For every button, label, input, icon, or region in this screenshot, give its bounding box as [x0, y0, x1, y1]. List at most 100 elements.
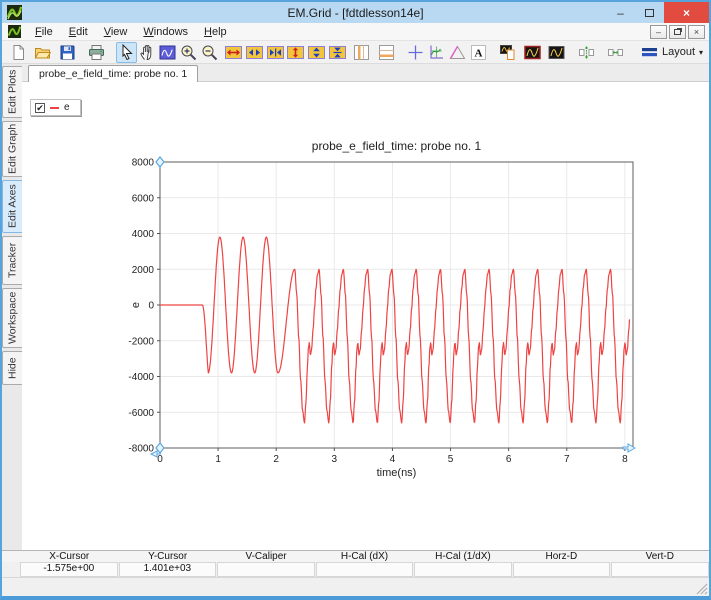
text-annotation-button[interactable]: A: [468, 42, 489, 63]
fit-height-button[interactable]: [286, 42, 307, 63]
window-close-button[interactable]: ×: [664, 2, 709, 23]
horizontal-spacing-button[interactable]: [605, 42, 626, 63]
plot-window-active-button[interactable]: [522, 42, 543, 63]
layout-button[interactable]: Layout ▾: [635, 42, 709, 63]
chart-title: probe_e_field_time: probe no. 1: [312, 139, 482, 153]
mdi-minimize-button[interactable]: –: [650, 25, 667, 39]
save-button[interactable]: [57, 42, 78, 63]
waveform-series-e: [160, 237, 630, 423]
expand-x-button[interactable]: [244, 42, 265, 63]
expand-y-icon: [308, 44, 325, 61]
mdi-restore-button[interactable]: [669, 25, 686, 39]
zoom-in-button[interactable]: [178, 42, 199, 63]
readout-value-y-cursor: 1.401e+03: [119, 562, 217, 577]
menu-help[interactable]: Help: [196, 25, 235, 39]
x-tick-label: 7: [564, 454, 570, 465]
print-button[interactable]: [86, 42, 107, 63]
x-tick-label: 5: [448, 454, 454, 465]
y-axis-label: e: [130, 302, 142, 308]
side-tab-strip: Edit Plots Edit Graph Edit Axes Tracker …: [2, 64, 22, 550]
menu-windows[interactable]: Windows: [135, 25, 196, 39]
plot-window-active-icon: [524, 44, 541, 61]
readout-value-hcal-1dx: [414, 562, 512, 577]
compress-x-icon: [267, 44, 284, 61]
delta-caliper-icon: [449, 44, 466, 61]
chart-canvas[interactable]: 012345678-8000-6000-4000-200002000400060…: [22, 82, 709, 552]
zoom-region-button[interactable]: [158, 42, 179, 63]
maximize-icon: [645, 9, 654, 17]
zoom-out-button[interactable]: [199, 42, 220, 63]
readout-value-hcal-dx: [316, 562, 414, 577]
new-document-icon: [10, 44, 27, 61]
layout-label: Layout: [662, 46, 695, 58]
sidebar-tab-edit-graph[interactable]: Edit Graph: [2, 121, 22, 177]
sidebar-tab-edit-axes[interactable]: Edit Axes: [2, 180, 22, 233]
vertical-spacing-button[interactable]: [576, 42, 597, 63]
window-minimize-button[interactable]: –: [606, 2, 635, 23]
resize-grip[interactable]: [696, 583, 708, 595]
x-axis-label: time(ns): [377, 467, 417, 479]
fit-height-icon: [287, 44, 304, 61]
zoom-region-icon: [159, 44, 176, 61]
x-tick-label: 2: [273, 454, 279, 465]
save-icon: [59, 44, 76, 61]
expand-y-button[interactable]: [306, 42, 327, 63]
legend: ✔ e: [30, 99, 81, 116]
zoom-out-icon: [201, 44, 218, 61]
fit-width-button[interactable]: [223, 42, 244, 63]
compress-x-button[interactable]: [265, 42, 286, 63]
compress-y-button[interactable]: [327, 42, 348, 63]
sidebar-tab-edit-plots[interactable]: Edit Plots: [2, 66, 22, 118]
legend-label: e: [64, 102, 70, 113]
delta-caliper-button[interactable]: [447, 42, 468, 63]
document-logo-icon: [8, 25, 21, 38]
pan-hand-icon: [139, 44, 156, 61]
menubar: File Edit View Windows Help – ×: [2, 23, 709, 41]
y-tick-label: 6000: [132, 193, 155, 204]
document-tab[interactable]: probe_e_field_time: probe no. 1: [28, 65, 198, 82]
sidebar-tab-workspace[interactable]: Workspace: [2, 288, 22, 348]
sidebar-tab-tracker[interactable]: Tracker: [2, 236, 22, 285]
select-arrow-button[interactable]: [116, 42, 137, 63]
vertical-caliper-icon: [353, 44, 370, 61]
x-tick-label: 8: [622, 454, 628, 465]
legend-checkbox[interactable]: ✔: [35, 103, 45, 113]
print-icon: [88, 44, 105, 61]
y-tick-label: 8000: [132, 158, 155, 169]
plot-document-area: probe_e_field_time: probe no. 1 ✔ e 0123…: [22, 64, 709, 550]
copy-plot-button[interactable]: [497, 42, 518, 63]
new-document-button[interactable]: [8, 42, 29, 63]
menu-file[interactable]: File: [27, 25, 61, 39]
plot-window-button[interactable]: [546, 42, 567, 63]
vertical-caliper-button[interactable]: [351, 42, 372, 63]
window-maximize-button[interactable]: [635, 2, 664, 23]
plot-window-icon: [548, 44, 565, 61]
y-tick-label: -6000: [128, 408, 154, 419]
menu-view[interactable]: View: [96, 25, 136, 39]
toolbar: A Layout ▾: [2, 41, 709, 64]
tracker-axes-icon: [428, 44, 445, 61]
chart-area: ✔ e 012345678-8000-6000-4000-20000200040…: [22, 82, 709, 550]
open-file-button[interactable]: [32, 42, 53, 63]
tracker-axes-button[interactable]: [426, 42, 447, 63]
horizontal-caliper-button[interactable]: [376, 42, 397, 63]
select-arrow-icon: [118, 44, 135, 61]
x-tick-label: 6: [506, 454, 512, 465]
sidebar-tab-hide[interactable]: Hide: [2, 351, 22, 385]
fit-width-icon: [225, 44, 242, 61]
titlebar: EM.Grid - [fdtdlesson14e] – ×: [2, 2, 709, 23]
readout-value-x-cursor: -1.575e+00: [20, 562, 118, 577]
mdi-close-button[interactable]: ×: [688, 25, 705, 39]
crosshair-cursor-button[interactable]: [405, 42, 426, 63]
menu-edit[interactable]: Edit: [61, 25, 96, 39]
layout-icon: [641, 44, 658, 61]
text-annotation-icon: A: [470, 44, 487, 61]
y-tick-label: -2000: [128, 336, 154, 347]
x-tick-label: 4: [390, 454, 396, 465]
zoom-in-icon: [180, 44, 197, 61]
restore-icon: [674, 29, 681, 35]
pan-hand-button[interactable]: [137, 42, 158, 63]
app-window: EM.Grid - [fdtdlesson14e] – × File Edit …: [0, 0, 711, 600]
axis-handle-top-left[interactable]: [156, 157, 164, 167]
svg-text:A: A: [474, 47, 482, 59]
